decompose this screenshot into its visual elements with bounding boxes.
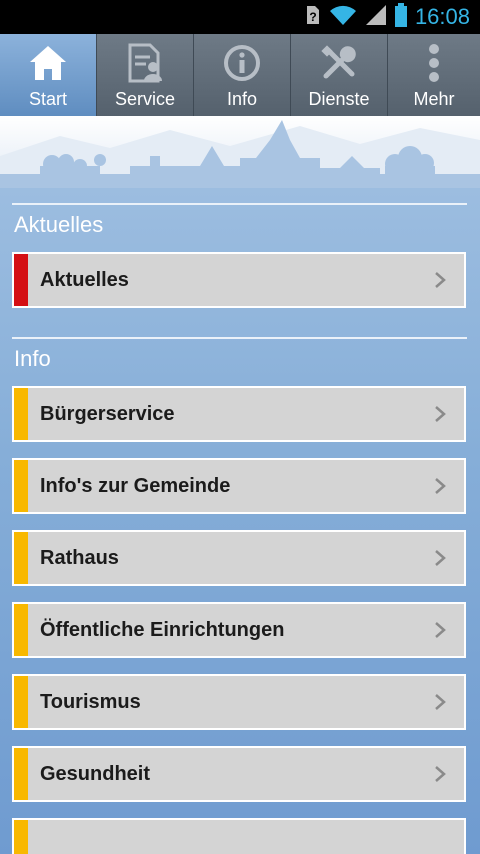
list-item-label: Info's zur Gemeinde [40, 474, 231, 497]
tab-info[interactable]: Info [194, 34, 291, 116]
category-color-bar [14, 532, 28, 584]
tools-icon [317, 41, 361, 85]
town-skyline-banner [0, 116, 480, 188]
section-title-aktuelles: Aktuelles [14, 212, 104, 237]
wifi-icon [329, 4, 357, 31]
tab-label: Mehr [413, 89, 455, 109]
list-item-label: Aktuelles [40, 268, 129, 291]
tab-label: Start [28, 89, 67, 109]
chevron-right-icon [430, 270, 450, 290]
status-bar: ? 16:08 [0, 0, 480, 34]
more-vertical-icon [412, 41, 456, 85]
home-icon [26, 41, 70, 85]
tab-bar: Start Service Info Dienste Mehr [0, 34, 480, 116]
list-item-infos-gemeinde[interactable]: Info's zur Gemeinde [12, 458, 466, 514]
list-item-tourismus[interactable]: Tourismus [12, 674, 466, 730]
tab-dienste[interactable]: Dienste [291, 34, 388, 116]
chevron-right-icon [430, 620, 450, 640]
category-color-bar [14, 604, 28, 656]
tab-label: Dienste [308, 89, 370, 109]
category-color-bar [14, 676, 28, 728]
list-item-label: Bürgerservice [40, 402, 175, 425]
tab-label: Service [114, 89, 176, 109]
list-item-rathaus[interactable]: Rathaus [12, 530, 466, 586]
list-item-buergerservice[interactable]: Bürgerservice [12, 386, 466, 442]
tab-label: Info [226, 89, 258, 109]
list-item-oeffentliche-einrichtungen[interactable]: Öffentliche Einrichtungen [12, 602, 466, 658]
chevron-right-icon [430, 692, 450, 712]
home-content[interactable]: Aktuelles Aktuelles Info Bürgerservice I… [0, 188, 480, 854]
svg-text:?: ? [309, 10, 316, 24]
category-color-bar [14, 820, 28, 854]
list-item-gesundheit[interactable]: Gesundheit [12, 746, 466, 802]
list-item-label: Gesundheit [40, 762, 151, 785]
tab-mehr[interactable]: Mehr [388, 34, 480, 116]
list-item-partial[interactable] [12, 818, 466, 854]
tab-start[interactable]: Start [0, 34, 97, 116]
list-item-aktuelles[interactable]: Aktuelles [12, 252, 466, 308]
unknown-sim-icon: ? [305, 4, 321, 31]
chevron-right-icon [430, 764, 450, 784]
divider [12, 203, 467, 205]
list-item-label: Rathaus [40, 546, 119, 569]
battery-icon [394, 2, 407, 32]
signal-icon [365, 4, 387, 31]
chevron-right-icon [430, 404, 450, 424]
category-color-bar [14, 460, 28, 512]
section-title-info: Info [14, 346, 51, 371]
category-color-bar [14, 388, 28, 440]
chevron-right-icon [430, 476, 450, 496]
info-icon [220, 41, 264, 85]
list-item-label: Tourismus [40, 690, 141, 713]
list-item-label: Öffentliche Einrichtungen [40, 618, 285, 641]
divider [12, 337, 467, 339]
tab-service[interactable]: Service [97, 34, 194, 116]
category-color-bar [14, 254, 28, 306]
chevron-right-icon [430, 548, 450, 568]
document-person-icon [123, 41, 167, 85]
category-color-bar [14, 748, 28, 800]
clock: 16:08 [414, 4, 470, 29]
